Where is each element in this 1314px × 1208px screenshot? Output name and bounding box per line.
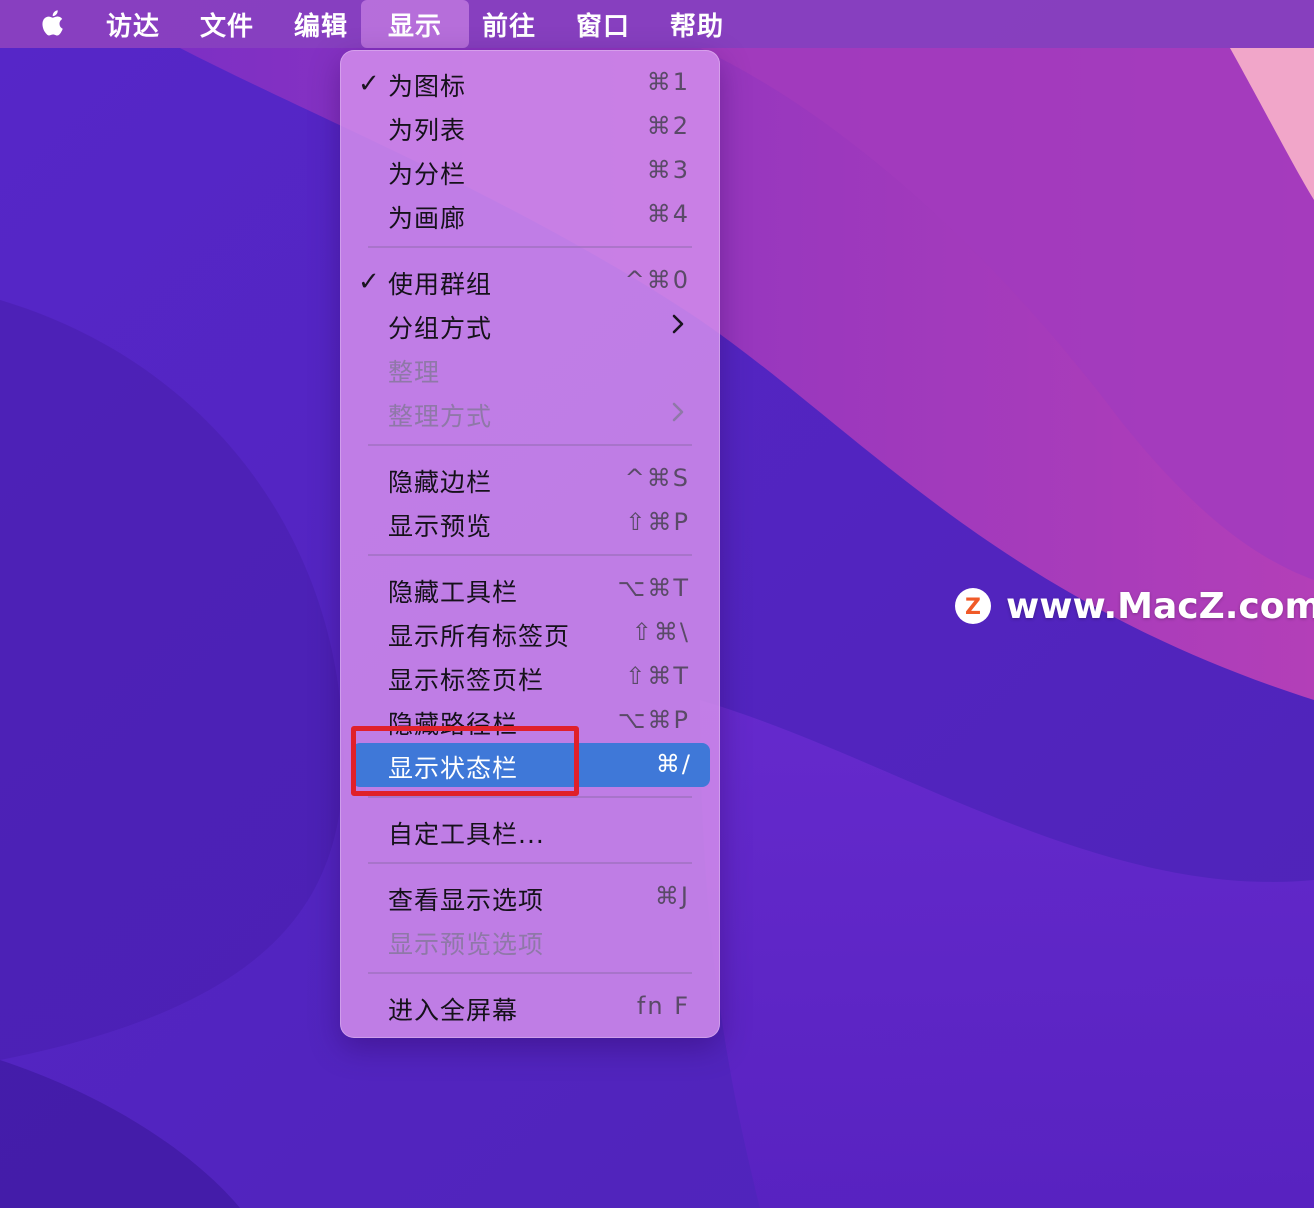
menu-view[interactable]: 显示 xyxy=(361,0,469,48)
menu-item-label: 隐藏工具栏 xyxy=(388,578,519,607)
apple-logo-icon[interactable] xyxy=(36,6,70,40)
shortcut-label: ⌘1 xyxy=(646,68,690,96)
shortcut-label: fn F xyxy=(636,992,690,1020)
shortcut-label: ^⌘S xyxy=(624,464,690,492)
shortcut-label: ⌥⌘P xyxy=(617,706,690,734)
menu-item-clean-up: 整理 xyxy=(340,347,720,391)
menu-bar: 访达 文件 编辑 显示 前往 窗口 帮助 xyxy=(0,0,1314,48)
menu-item-customize-toolbar[interactable]: 自定工具栏... xyxy=(340,809,720,853)
shortcut-label: ⌘4 xyxy=(646,200,690,228)
shortcut-label: ⌘3 xyxy=(646,156,690,184)
menu-item-label: 显示所有标签页 xyxy=(388,622,571,651)
checkmark-icon: ✓ xyxy=(358,267,380,297)
menu-item-as-columns[interactable]: 为分栏 ⌘3 xyxy=(340,149,720,193)
menu-item-show-tab-bar[interactable]: 显示标签页栏 ⇧⌘T xyxy=(340,655,720,699)
menu-window[interactable]: 窗口 xyxy=(566,0,640,48)
menu-item-label: 自定工具栏... xyxy=(388,820,545,849)
menu-item-label: 显示预览选项 xyxy=(388,930,545,959)
menu-item-label: 显示标签页栏 xyxy=(388,666,545,695)
view-dropdown-menu: ✓ 为图标 ⌘1 为列表 ⌘2 为分栏 ⌘3 为画廊 ⌘4 ✓ 使用群组 ^⌘0… xyxy=(340,50,720,1038)
menu-item-label: 显示预览 xyxy=(388,512,493,541)
menu-finder[interactable]: 访达 xyxy=(96,0,170,48)
menu-go[interactable]: 前往 xyxy=(472,0,546,48)
shortcut-label: ⌘/ xyxy=(655,750,692,778)
shortcut-label: ⇧⌘\ xyxy=(631,618,690,646)
menu-separator xyxy=(368,444,692,446)
watermark-logo-letter: Z xyxy=(965,595,981,620)
menu-item-label: 查看显示选项 xyxy=(388,886,545,915)
shortcut-label: ⇧⌘T xyxy=(625,662,690,690)
menu-item-show-preview[interactable]: 显示预览 ⇧⌘P xyxy=(340,501,720,545)
menu-item-clean-up-by: 整理方式 xyxy=(340,391,720,435)
menu-item-as-gallery[interactable]: 为画廊 ⌘4 xyxy=(340,193,720,237)
chevron-right-icon xyxy=(672,314,684,334)
checkmark-icon: ✓ xyxy=(358,69,380,99)
menu-item-use-groups[interactable]: ✓ 使用群组 ^⌘0 xyxy=(340,259,720,303)
menu-separator xyxy=(368,246,692,248)
shortcut-label: ⌘J xyxy=(654,882,690,910)
watermark: Z www.MacZ.com xyxy=(954,584,1314,628)
menu-help[interactable]: 帮助 xyxy=(660,0,734,48)
menu-item-show-view-options[interactable]: 查看显示选项 ⌘J xyxy=(340,875,720,919)
menu-item-label: 整理方式 xyxy=(388,402,493,431)
menu-item-hide-sidebar[interactable]: 隐藏边栏 ^⌘S xyxy=(340,457,720,501)
shortcut-label: ⇧⌘P xyxy=(625,508,690,536)
menu-item-as-list[interactable]: 为列表 ⌘2 xyxy=(340,105,720,149)
menu-item-label: 为画廊 xyxy=(388,204,467,233)
shortcut-label: ⌥⌘T xyxy=(617,574,690,602)
menu-item-label: 为图标 xyxy=(388,72,467,101)
menu-item-group-by[interactable]: 分组方式 xyxy=(340,303,720,347)
menu-item-label: 为分栏 xyxy=(388,160,467,189)
menu-separator xyxy=(368,554,692,556)
menu-item-label: 整理 xyxy=(388,358,441,387)
shortcut-label: ^⌘0 xyxy=(624,266,690,294)
chevron-right-icon xyxy=(672,402,684,422)
menu-item-enter-full-screen[interactable]: 进入全屏幕 fn F xyxy=(340,985,720,1029)
menu-item-label: 进入全屏幕 xyxy=(388,996,519,1025)
menu-item-show-all-tabs[interactable]: 显示所有标签页 ⇧⌘\ xyxy=(340,611,720,655)
menu-item-label: 为列表 xyxy=(388,116,467,145)
macz-logo-icon: Z xyxy=(955,588,991,624)
menu-item-label: 分组方式 xyxy=(388,314,493,343)
menu-item-as-icons[interactable]: ✓ 为图标 ⌘1 xyxy=(340,61,720,105)
menu-file[interactable]: 文件 xyxy=(190,0,264,48)
menu-separator xyxy=(368,862,692,864)
menu-item-label: 使用群组 xyxy=(388,270,493,299)
menu-item-label: 隐藏边栏 xyxy=(388,468,493,497)
menu-edit[interactable]: 编辑 xyxy=(284,0,358,48)
menu-separator xyxy=(368,972,692,974)
watermark-text: www.MacZ.com xyxy=(1006,585,1314,627)
menu-item-hide-toolbar[interactable]: 隐藏工具栏 ⌥⌘T xyxy=(340,567,720,611)
menu-item-show-preview-options: 显示预览选项 xyxy=(340,919,720,963)
menu-separator xyxy=(368,796,692,798)
shortcut-label: ⌘2 xyxy=(646,112,690,140)
red-highlight-annotation xyxy=(351,726,579,796)
